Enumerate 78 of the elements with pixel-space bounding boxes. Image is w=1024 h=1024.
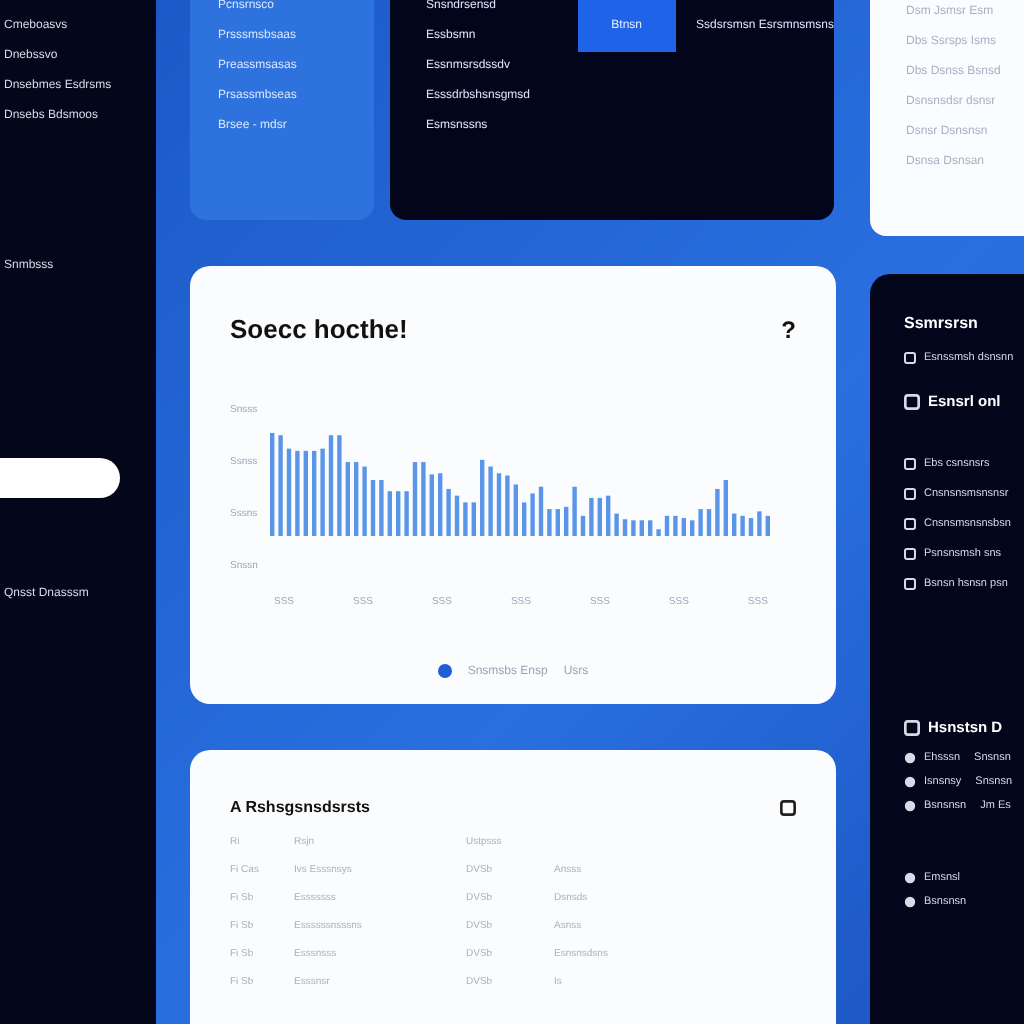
chart-bar [429, 474, 434, 536]
chart-bar [320, 448, 325, 536]
dot-icon [904, 872, 916, 884]
chart-bar [622, 519, 627, 536]
chart-bar [463, 502, 468, 536]
chart-bar [731, 513, 737, 536]
chart-bar [656, 529, 661, 536]
chart-bar [580, 515, 585, 536]
chart-bar [286, 448, 291, 536]
chart-bar [757, 511, 762, 536]
chart-bar [706, 509, 711, 536]
chart-bar [303, 450, 308, 536]
chart-bar [513, 484, 518, 536]
chart-bar [664, 515, 669, 536]
chart-bar [614, 513, 619, 536]
chart-bar [421, 462, 426, 536]
square-icon [904, 548, 916, 560]
card-title: Soecc hocthe! [230, 314, 408, 344]
chart-bar [337, 435, 342, 536]
dot-icon [904, 752, 916, 764]
chart-bar [723, 480, 728, 536]
chart-bar [379, 480, 384, 536]
dot-icon [904, 800, 916, 812]
square-icon [904, 458, 916, 470]
square-icon [904, 719, 920, 735]
chart-bar [547, 509, 552, 536]
chart-bar [639, 520, 644, 536]
dot-icon [904, 776, 916, 788]
chart-bar [437, 473, 443, 536]
chart-bar [311, 450, 317, 536]
chart-bar [681, 518, 686, 536]
card-title: A Rshsgsnsdsrsts [230, 798, 370, 816]
help-icon: ? [781, 315, 796, 343]
chart-bar [538, 486, 543, 536]
chart-bar [673, 515, 678, 536]
chart-bar [555, 509, 560, 536]
chart-bar [631, 520, 636, 536]
chart-bar [395, 491, 401, 536]
chart-bar [471, 502, 476, 536]
chart-bar [521, 502, 527, 536]
chart-bar [748, 518, 753, 536]
chart-bar [765, 515, 770, 536]
chart-bar [370, 480, 375, 536]
chart-bar [278, 435, 283, 536]
chart-bar [740, 515, 745, 536]
chart-bar [505, 475, 510, 536]
chart-bar [479, 459, 485, 536]
chart-bar [589, 497, 594, 536]
chart-bar [597, 497, 602, 536]
chart-bar [572, 486, 577, 536]
chart-bar [605, 495, 611, 536]
panel-title: Ssmrsrsn [904, 314, 980, 332]
chart-bar [353, 462, 359, 536]
chart-bar [328, 435, 333, 536]
chart-bar [362, 466, 367, 536]
square-icon [904, 488, 916, 500]
chart-bar [345, 462, 350, 536]
square-icon [904, 578, 916, 590]
chart-bar [647, 520, 653, 536]
chart-bar [698, 509, 703, 536]
chart-bar [269, 432, 275, 536]
chart-bar [689, 520, 695, 536]
chart-bar [387, 491, 392, 536]
chart-bar [454, 495, 459, 536]
square-icon [904, 352, 916, 364]
dot-icon [904, 896, 916, 908]
chart-bar [446, 488, 451, 536]
chart-bar [715, 488, 720, 536]
search-field[interactable] [0, 458, 120, 498]
square-icon [904, 518, 916, 530]
chart-bar [488, 466, 493, 536]
square-icon [904, 393, 920, 409]
chart-bar [563, 506, 569, 536]
chart-bar [404, 491, 409, 536]
chart-bar [295, 450, 300, 536]
chart-bar [530, 493, 535, 536]
chart-bar [496, 473, 501, 536]
chart-bar [412, 462, 417, 536]
